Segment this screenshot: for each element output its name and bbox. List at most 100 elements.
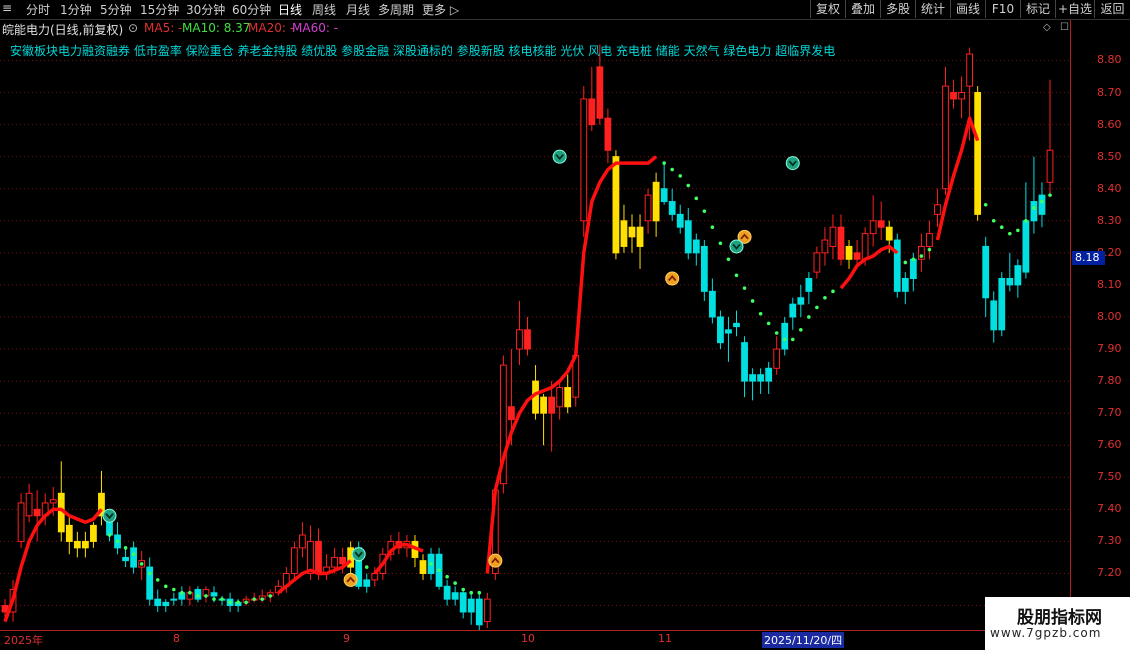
trend-dot: [742, 286, 747, 290]
trend-dot: [991, 218, 996, 223]
trend-dot: [1048, 193, 1052, 197]
trend-dot: [147, 571, 152, 576]
candle-body: [339, 556, 347, 565]
trend-dot: [1016, 228, 1020, 233]
candle-body: [170, 598, 178, 601]
trend-dot: [139, 562, 144, 566]
trend-dot: [429, 562, 433, 566]
candle-body: [516, 329, 523, 350]
trend-dot: [1040, 199, 1044, 204]
candle-body: [363, 579, 371, 587]
trend-dot: [726, 257, 731, 262]
candle-body: [901, 278, 909, 292]
trend-dot: [107, 533, 112, 537]
trend-dot: [260, 597, 265, 601]
trend-dot: [220, 597, 224, 601]
candle-body: [708, 290, 716, 318]
trend-dot: [670, 167, 674, 172]
candle-body: [692, 239, 700, 254]
trend-dot: [131, 552, 136, 557]
trend-dot: [180, 590, 184, 595]
candle-body: [765, 367, 773, 382]
candle-body: [773, 348, 781, 369]
trend-dot: [678, 174, 683, 178]
price-tick-label: 8.70: [1097, 85, 1122, 99]
candle-body: [950, 92, 957, 100]
price-tick-label: 7.30: [1097, 534, 1122, 548]
candle-body: [668, 201, 676, 215]
time-axis-line: [0, 630, 1070, 631]
sell-signal-icon: [785, 156, 800, 171]
candle-body: [467, 598, 475, 613]
trend-dot: [927, 247, 932, 252]
trend-dot: [453, 581, 457, 585]
price-tick-label: 7.70: [1097, 406, 1122, 420]
price-tick-label: 7.20: [1097, 566, 1122, 580]
trend-dot: [831, 289, 835, 294]
back-button[interactable]: 返回: [1094, 0, 1130, 18]
candle-body: [556, 387, 564, 408]
trend-dot: [236, 600, 240, 605]
trend-dot: [758, 311, 763, 316]
candle-body: [749, 374, 756, 382]
trend-dot: [807, 315, 811, 319]
trend-dot: [115, 539, 120, 544]
candle-body: [419, 560, 427, 574]
candle-body: [990, 300, 998, 331]
candle-body: [540, 396, 547, 414]
candle-body: [1006, 278, 1014, 286]
candle-body: [725, 329, 732, 334]
trend-line: [485, 155, 658, 574]
trend-dot: [734, 273, 739, 278]
candle-body: [829, 226, 837, 247]
trend-dot: [469, 590, 474, 595]
candle-body: [684, 220, 692, 254]
trend-dot: [244, 600, 248, 605]
trend-dot: [903, 260, 908, 265]
candle-body: [290, 547, 298, 574]
candle-body: [877, 220, 885, 228]
candle-body: [154, 598, 162, 607]
trend-dot: [437, 568, 441, 573]
candle-body: [942, 85, 949, 190]
price-tick-label: 7.90: [1097, 342, 1122, 356]
candle-body: [958, 92, 965, 100]
trend-dot: [268, 594, 273, 598]
candle-body: [885, 226, 893, 241]
candle-body: [1014, 265, 1022, 286]
candle-body: [813, 252, 821, 273]
candle-body: [909, 258, 917, 280]
trend-dot: [163, 584, 168, 589]
price-tick-label: 8.80: [1097, 53, 1122, 67]
candle-body: [1046, 149, 1054, 183]
candlestick-chart[interactable]: [0, 0, 1070, 630]
candle-body: [741, 342, 748, 382]
trend-dot: [1032, 206, 1036, 210]
candle-body: [620, 220, 628, 247]
trend-dot: [919, 254, 924, 258]
price-tick-label: 7.50: [1097, 470, 1122, 484]
candle-body: [90, 524, 97, 542]
candle-body: [700, 245, 708, 292]
candle-body: [660, 188, 668, 203]
trend-dot: [774, 331, 779, 335]
candle-body: [837, 226, 845, 260]
trend-dot: [204, 594, 208, 598]
candle-body: [628, 226, 636, 238]
candle-body: [596, 66, 604, 119]
candle-body: [869, 220, 877, 235]
trend-dot: [445, 574, 449, 579]
candle-body: [644, 194, 652, 222]
trend-dot: [718, 241, 723, 246]
candle-body: [210, 592, 218, 597]
buy-signal-icon: [488, 553, 503, 568]
trend-dot: [196, 594, 200, 598]
candle-body: [717, 316, 724, 344]
time-label-oct: 10: [521, 632, 535, 645]
price-tick-label: 8.30: [1097, 213, 1122, 227]
trend-dot: [782, 337, 787, 342]
price-tick-label: 8.10: [1097, 277, 1122, 291]
candle-body: [612, 156, 620, 254]
candle-body: [926, 233, 933, 247]
candle-body: [636, 226, 644, 247]
